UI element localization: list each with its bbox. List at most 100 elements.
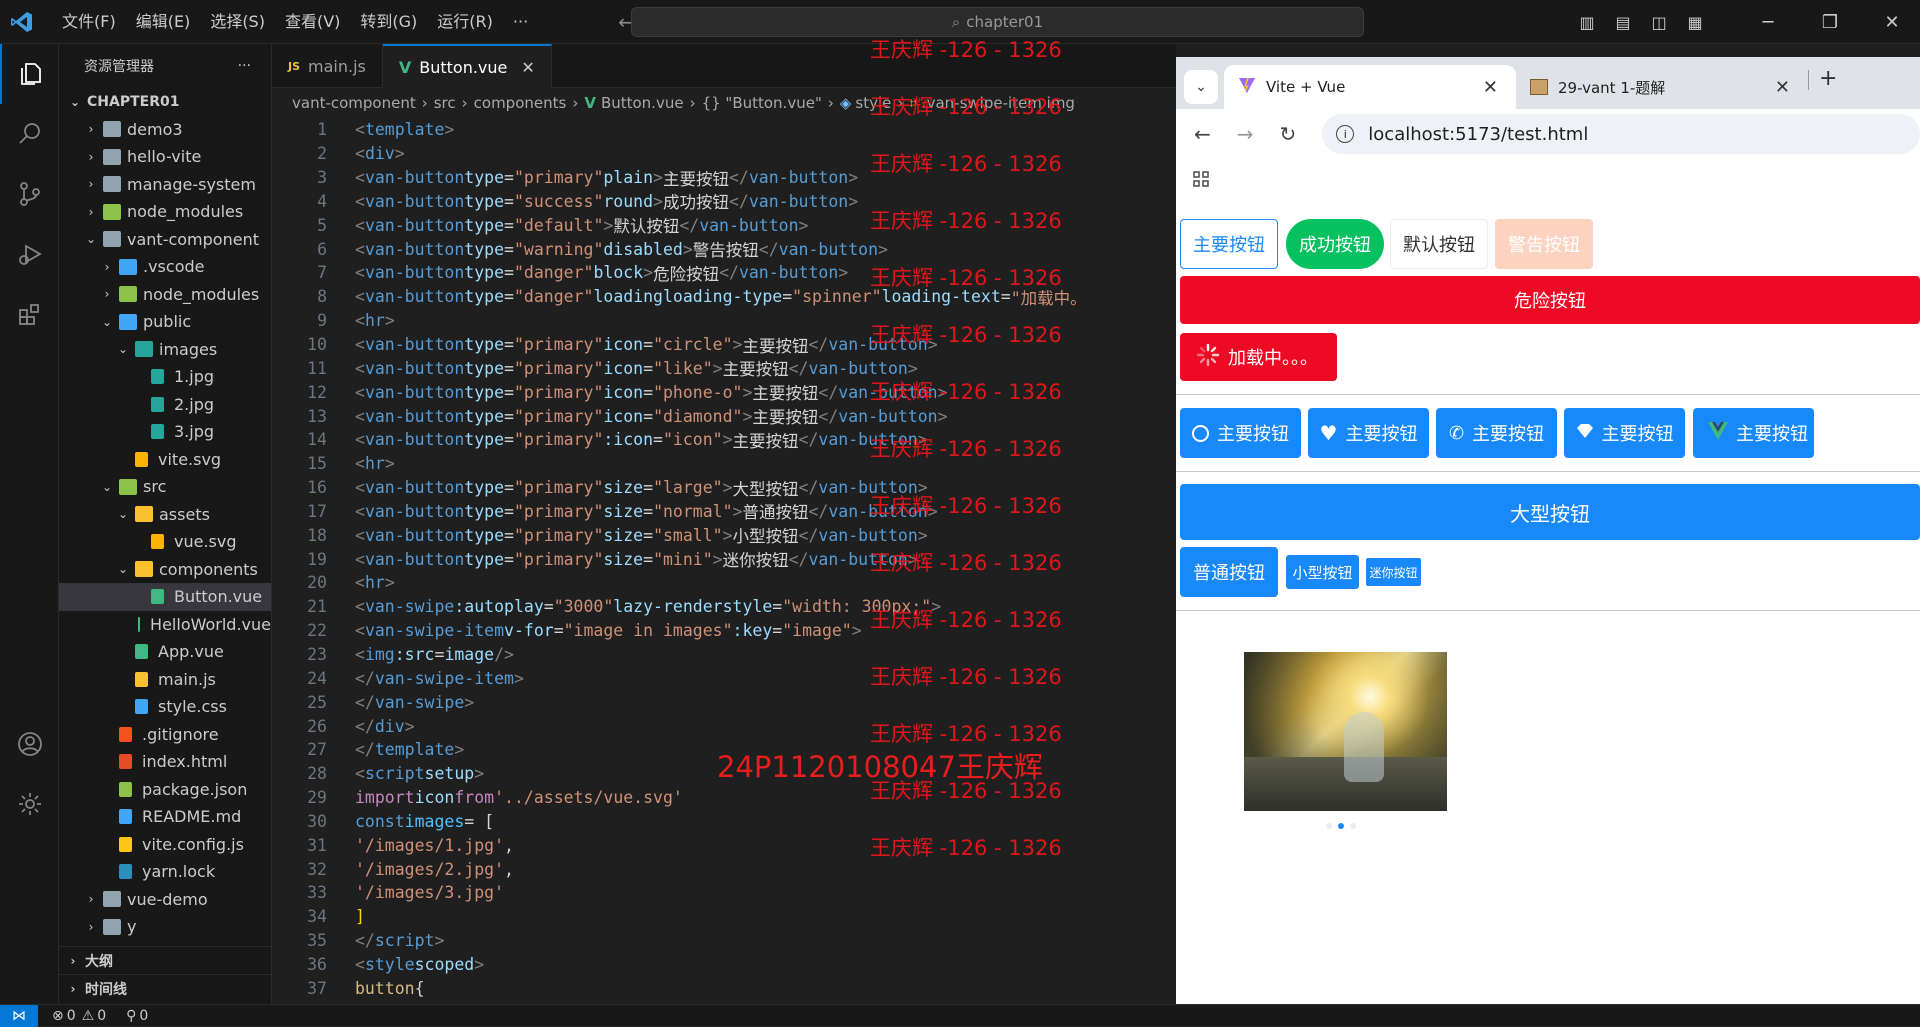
ports-count[interactable]: 0 (139, 1008, 148, 1024)
tree-item[interactable]: HelloWorld.vue (59, 611, 271, 639)
indicator-dot[interactable] (1350, 823, 1356, 829)
toggle-sidebar-icon[interactable]: ▥ (1572, 13, 1602, 32)
danger-block-button[interactable]: 危险按钮 (1180, 276, 1920, 324)
tree-item[interactable]: 3.jpg (59, 418, 271, 446)
minimize-icon[interactable]: ─ (1740, 12, 1796, 33)
tree-item[interactable]: ⌄ components (59, 556, 271, 584)
customize-layout-icon[interactable]: ▦ (1680, 13, 1710, 32)
tree-item[interactable]: › node_modules (59, 198, 271, 226)
extensions-icon[interactable] (0, 284, 59, 344)
settings-gear-icon[interactable] (0, 774, 59, 834)
warning-count[interactable]: 0 (97, 1008, 106, 1024)
tree-item[interactable]: index.html (59, 748, 271, 776)
close-tab-icon[interactable]: ✕ (1775, 77, 1790, 98)
close-tab-icon[interactable]: ✕ (1483, 77, 1498, 98)
primary-normal-button[interactable]: 主要按钮 普通按钮 (1180, 547, 1278, 597)
tree-item[interactable]: 2.jpg (59, 391, 271, 419)
menu-file[interactable]: 文件(F) (52, 0, 126, 44)
tab-search-chevron-icon[interactable]: ⌄ (1184, 70, 1218, 104)
warning-icon[interactable]: ⚠ (82, 1008, 95, 1024)
primary-circle-icon-button[interactable]: 主要按钮 (1180, 408, 1301, 458)
tree-item[interactable]: vite.svg (59, 446, 271, 474)
menu-run[interactable]: 运行(R) (427, 0, 503, 44)
ports-icon[interactable]: ⚲ (126, 1008, 136, 1024)
default-button[interactable]: 默认按钮 (1390, 219, 1488, 269)
outline-section[interactable]: › 大纲 (59, 946, 271, 974)
close-icon[interactable]: ✕ (1864, 12, 1920, 33)
primary-vue-icon-button[interactable]: 主要按钮 (1693, 408, 1814, 458)
tree-item[interactable]: ⌄ vant-component (59, 226, 271, 254)
reload-icon[interactable]: ↻ (1280, 122, 1297, 146)
tree-item[interactable]: ⌄ assets (59, 501, 271, 529)
command-center-search[interactable]: ⌕ chapter01 (631, 7, 1364, 37)
search-icon[interactable] (0, 104, 59, 164)
workspace-root[interactable]: ⌄ CHAPTER01 (59, 88, 271, 116)
explorer-icon[interactable] (0, 44, 59, 104)
tree-item[interactable]: › manage-system (59, 171, 271, 199)
tree-item[interactable]: › .vscode (59, 253, 271, 281)
remote-indicator-icon[interactable]: ⋈ (0, 1004, 38, 1027)
forward-arrow-icon[interactable]: → (1237, 122, 1254, 146)
tree-item[interactable]: vue.svg (59, 528, 271, 556)
restore-icon[interactable]: ❐ (1802, 12, 1858, 33)
toggle-secondary-sidebar-icon[interactable]: ◫ (1644, 13, 1674, 32)
indicator-dot[interactable] (1326, 823, 1332, 829)
browser-tab-vant[interactable]: 29-vant 1-题解 ✕ (1516, 65, 1808, 109)
menu-go[interactable]: 转到(G) (350, 0, 427, 44)
menu-edit[interactable]: 编辑(E) (126, 0, 201, 44)
tree-item[interactable]: App.vue (59, 638, 271, 666)
swipe-carousel[interactable] (1244, 652, 1447, 811)
run-debug-icon[interactable] (0, 224, 59, 284)
tree-item[interactable]: › vue-demo (59, 886, 271, 914)
primary-diamond-icon-button[interactable]: 主要按钮 (1564, 408, 1685, 458)
tree-item[interactable]: package.json (59, 776, 271, 804)
tree-item[interactable]: ⌄ public (59, 308, 271, 336)
tab-button-vue[interactable]: V Button.vue ✕ (382, 44, 552, 88)
breadcrumb-item[interactable]: Button.vue (601, 94, 684, 112)
timeline-section[interactable]: › 时间线 (59, 974, 271, 1002)
browser-tab-vite-vue[interactable]: Vite + Vue ✕ (1224, 65, 1516, 109)
account-icon[interactable] (0, 714, 59, 774)
tree-item[interactable]: Button.vue (59, 583, 271, 611)
new-tab-plus-icon[interactable]: + (1819, 66, 1837, 91)
tab-main-js[interactable]: JS main.js (272, 44, 383, 88)
breadcrumb-item[interactable]: src (434, 94, 456, 112)
tree-item[interactable]: ⌄ images (59, 336, 271, 364)
tree-item[interactable]: ⌄ src (59, 473, 271, 501)
indicator-dot-active[interactable] (1338, 823, 1344, 829)
menu-selection[interactable]: 选择(S) (200, 0, 275, 44)
tree-item[interactable]: 1.jpg (59, 363, 271, 391)
tree-item[interactable]: › demo3 (59, 116, 271, 144)
primary-mini-button[interactable]: 迷你按钮 (1366, 558, 1421, 586)
menu-view[interactable]: 查看(V) (275, 0, 350, 44)
error-count[interactable]: 0 (67, 1008, 76, 1024)
back-arrow-icon[interactable]: ← (1194, 122, 1211, 146)
warning-disabled-button[interactable]: 警告按钮 (1495, 219, 1593, 269)
tree-item[interactable]: main.js (59, 666, 271, 694)
tree-item[interactable]: › y (59, 913, 271, 941)
more-actions-icon[interactable]: ··· (238, 58, 251, 74)
apps-grid-icon[interactable] (1192, 170, 1210, 193)
primary-like-icon-button[interactable]: ♥ 主要按钮 (1308, 408, 1429, 458)
site-info-icon[interactable]: i (1336, 125, 1355, 143)
tree-item[interactable]: README.md (59, 803, 271, 831)
breadcrumb-item[interactable]: components (474, 94, 567, 112)
close-tab-icon[interactable]: ✕ (521, 58, 534, 77)
url-bar[interactable]: i localhost:5173/test.html (1322, 114, 1920, 154)
tree-item[interactable]: vite.config.js (59, 831, 271, 859)
primary-small-button[interactable]: 小型按钮 (1286, 555, 1359, 589)
breadcrumb-item[interactable]: vant-component (292, 94, 416, 112)
errors-icon[interactable]: ⊗ (52, 1008, 64, 1024)
tree-item[interactable]: › node_modules (59, 281, 271, 309)
toggle-panel-icon[interactable]: ▤ (1608, 13, 1638, 32)
success-round-button[interactable]: 成功按钮 (1286, 219, 1384, 269)
menu-more[interactable]: ··· (503, 0, 538, 44)
primary-phone-icon-button[interactable]: ✆ 主要按钮 (1436, 408, 1557, 458)
tree-item[interactable]: yarn.lock (59, 858, 271, 886)
tree-item[interactable]: .gitignore (59, 721, 271, 749)
breadcrumb-item[interactable]: {} "Button.vue" (702, 94, 822, 112)
tree-item[interactable]: › hello-vite (59, 143, 271, 171)
tree-item[interactable]: style.css (59, 693, 271, 721)
danger-loading-button[interactable]: 加载中。。。 (1180, 333, 1337, 381)
source-control-icon[interactable] (0, 164, 59, 224)
